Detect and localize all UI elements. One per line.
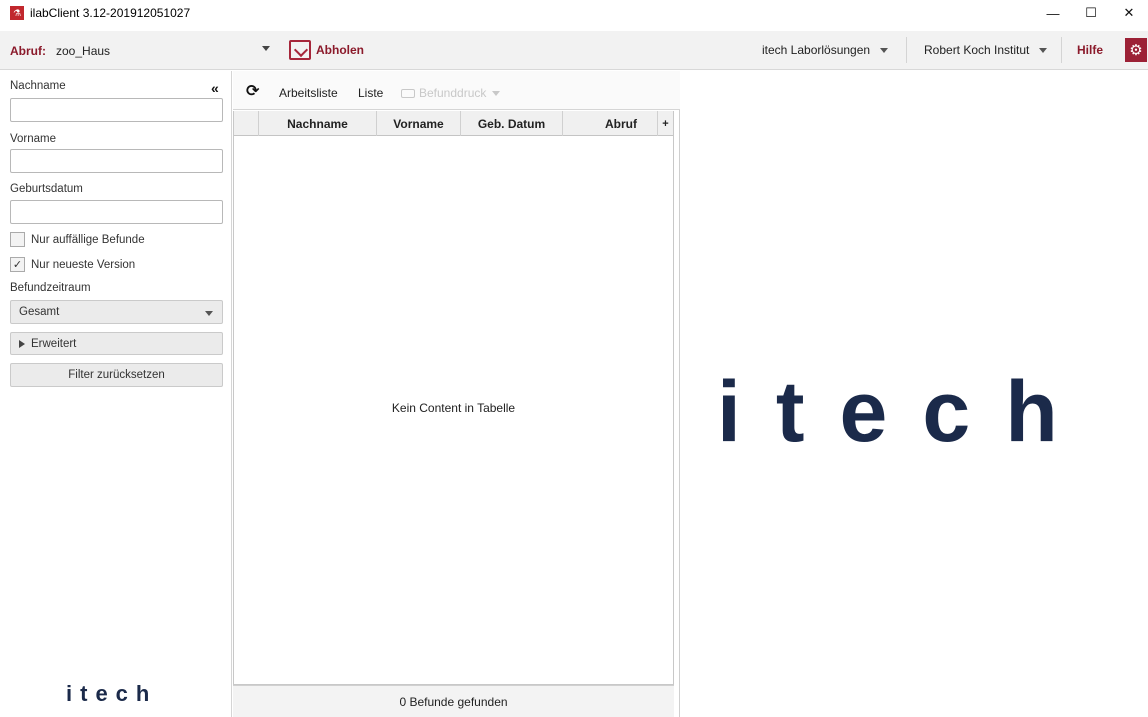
column-header-vorname[interactable]: Vorname xyxy=(377,111,461,136)
abholen-button[interactable]: Abholen xyxy=(289,37,364,63)
toolbar-divider xyxy=(1061,37,1062,63)
abruf-select[interactable]: zoo_Haus xyxy=(56,44,110,58)
gear-icon: ⚙ xyxy=(1129,42,1143,59)
itech-logo-small: itech xyxy=(66,681,157,707)
itech-logo-large: itech xyxy=(717,369,1093,455)
checkbox-unchecked-icon[interactable] xyxy=(10,232,25,247)
nur-neueste-checkbox[interactable]: ✓ Nur neueste Version xyxy=(10,257,135,272)
institute-dropdown[interactable]: Robert Koch Institut xyxy=(924,43,1048,57)
column-header-nachname[interactable]: Nachname xyxy=(259,111,377,136)
logo-text: itech xyxy=(66,681,158,706)
nur-auffaellige-checkbox[interactable]: Nur auffällige Befunde xyxy=(10,232,145,247)
window-titlebar: ⚗ ilabClient 3.12-201912051027 — ☐ ✕ xyxy=(0,0,1148,26)
preview-panel: itech xyxy=(681,71,1148,717)
befundzeitraum-label: Befundzeitraum xyxy=(10,282,91,294)
erweitert-label: Erweitert xyxy=(31,337,77,350)
empty-table-message: Kein Content in Tabelle xyxy=(391,401,516,415)
download-inbox-icon xyxy=(289,40,311,60)
chevron-down-icon xyxy=(492,90,501,96)
nur-auffaellige-label: Nur auffällige Befunde xyxy=(31,233,145,246)
filter-sidebar: Nachname « Vorname Geburtsdatum Nur auff… xyxy=(0,71,232,717)
lab-dropdown-label: itech Laborlösungen xyxy=(762,43,871,57)
nachname-input[interactable] xyxy=(10,98,223,122)
main-toolbar: Abruf: zoo_Haus Abholen itech Laborlösun… xyxy=(0,31,1148,70)
results-table: Nachname Vorname Geb. Datum Abruf + Kein… xyxy=(233,111,674,685)
results-panel: ⟳ Arbeitsliste Liste Befunddruck Nachnam… xyxy=(233,71,680,717)
befunddruck-button: Befunddruck xyxy=(401,86,501,100)
column-header-abruf[interactable]: Abruf xyxy=(563,111,658,136)
triangle-right-icon xyxy=(19,339,25,348)
window-title: ilabClient 3.12-201912051027 xyxy=(30,6,191,20)
befundzeitraum-value: Gesamt xyxy=(19,306,60,318)
refresh-icon[interactable]: ⟳ xyxy=(246,81,259,101)
logo-text: itech xyxy=(717,364,1093,460)
close-button[interactable]: ✕ xyxy=(1110,0,1148,26)
abruf-label: Abruf: xyxy=(10,44,46,58)
chevron-down-icon[interactable] xyxy=(262,46,270,51)
chevron-down-icon xyxy=(205,311,213,316)
befundzeitraum-select[interactable]: Gesamt xyxy=(10,300,223,324)
results-count: 0 Befunde gefunden xyxy=(233,685,674,717)
toolbar-divider xyxy=(906,37,907,63)
minimize-button[interactable]: — xyxy=(1034,0,1072,26)
vorname-input[interactable] xyxy=(10,149,223,173)
printer-icon xyxy=(401,88,415,98)
checkmark-icon[interactable]: ✓ xyxy=(10,257,25,272)
window-controls: — ☐ ✕ xyxy=(1034,0,1148,26)
column-header-select[interactable] xyxy=(234,111,259,136)
chevron-down-icon xyxy=(880,47,889,53)
arbeitsliste-button[interactable]: Arbeitsliste xyxy=(279,86,338,100)
chevron-down-icon xyxy=(1039,47,1048,53)
liste-button[interactable]: Liste xyxy=(358,86,383,100)
settings-button[interactable]: ⚙ xyxy=(1125,38,1147,62)
help-link[interactable]: Hilfe xyxy=(1077,43,1103,57)
column-header-geb-datum[interactable]: Geb. Datum xyxy=(461,111,563,136)
lab-dropdown[interactable]: itech Laborlösungen xyxy=(762,43,889,57)
filter-reset-button[interactable]: Filter zurücksetzen xyxy=(10,363,223,387)
app-logo-icon: ⚗ xyxy=(10,6,24,20)
geburtsdatum-label: Geburtsdatum xyxy=(10,183,83,195)
vorname-label: Vorname xyxy=(10,133,57,145)
nachname-label: Nachname xyxy=(10,80,66,92)
maximize-button[interactable]: ☐ xyxy=(1072,0,1110,26)
table-header: Nachname Vorname Geb. Datum Abruf + xyxy=(234,111,673,136)
collapse-sidebar-icon[interactable]: « xyxy=(211,80,219,96)
abholen-label: Abholen xyxy=(316,43,364,57)
erweitert-toggle[interactable]: Erweitert xyxy=(10,332,223,355)
befunddruck-label: Befunddruck xyxy=(419,86,487,100)
nur-neueste-label: Nur neueste Version xyxy=(31,258,136,271)
geburtsdatum-input[interactable] xyxy=(10,200,223,224)
results-toolbar: ⟳ Arbeitsliste Liste Befunddruck xyxy=(233,71,680,110)
institute-dropdown-label: Robert Koch Institut xyxy=(924,43,1030,57)
add-column-icon[interactable]: + xyxy=(658,111,673,136)
